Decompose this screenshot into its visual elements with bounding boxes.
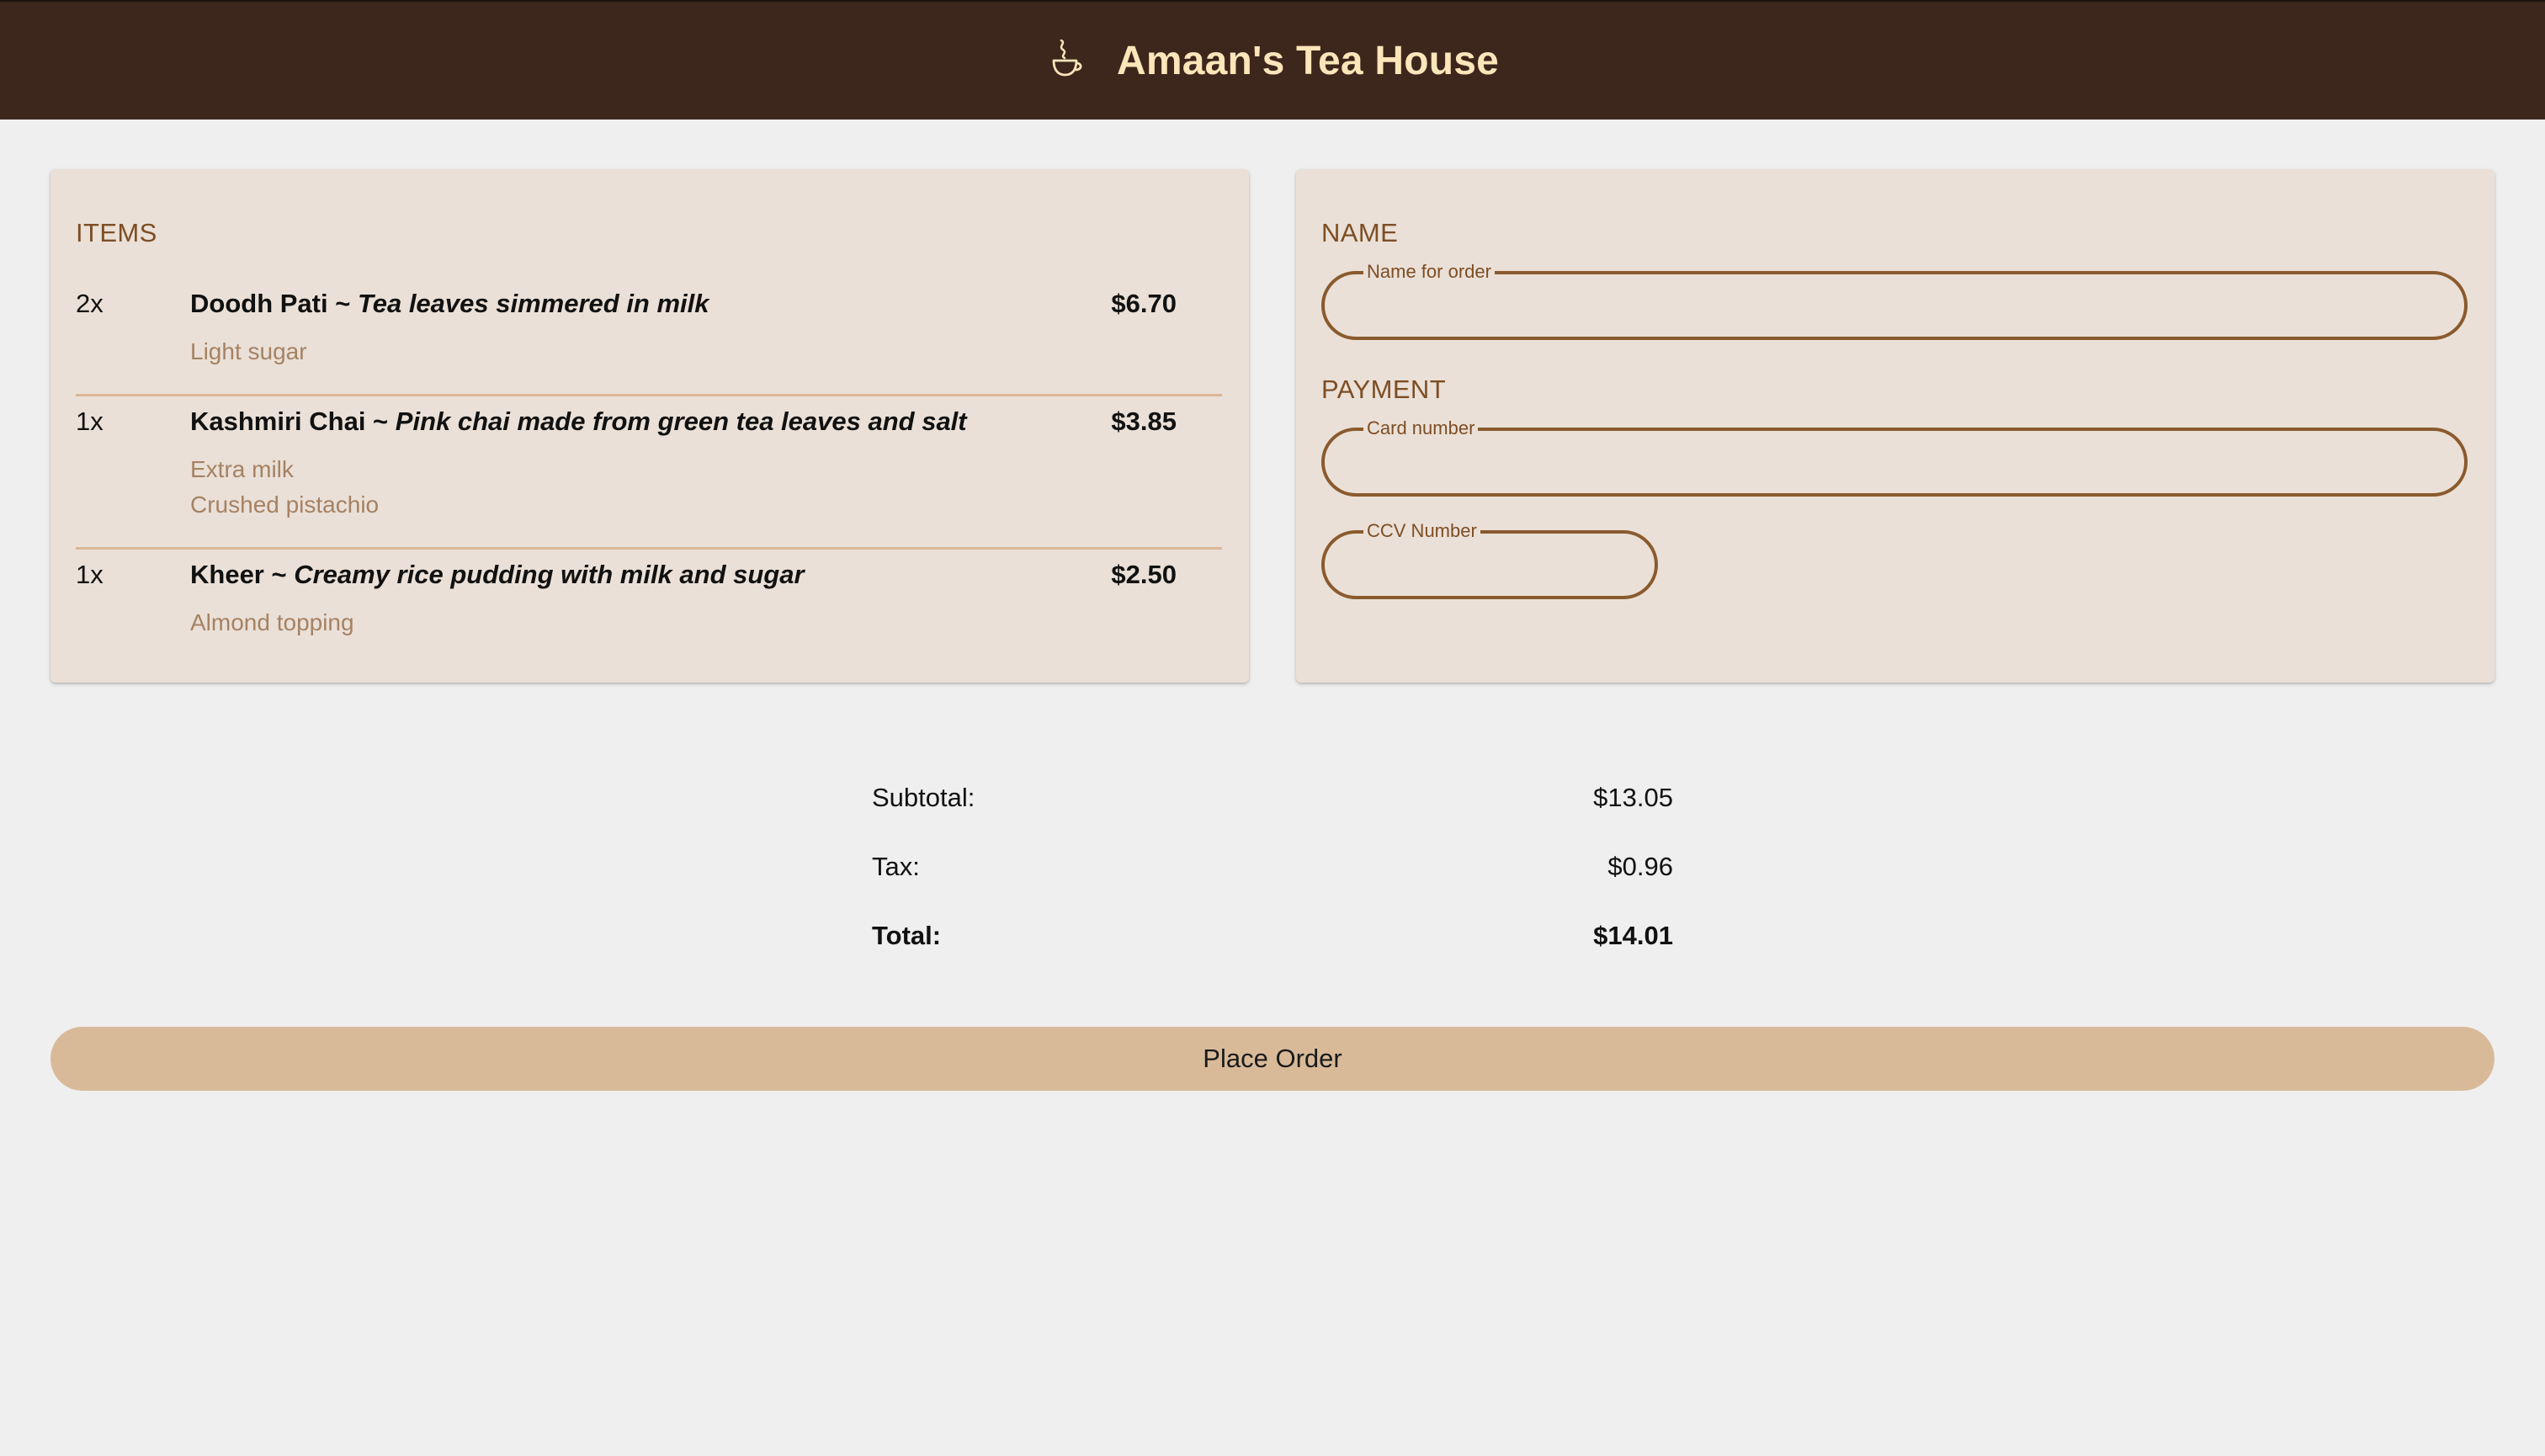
item-name: Doodh Pati ~ bbox=[190, 289, 358, 318]
payment-heading: PAYMENT bbox=[1321, 375, 1447, 404]
item-description: Pink chai made from green tea leaves and… bbox=[395, 407, 967, 436]
total-value: $14.01 bbox=[1593, 921, 1673, 950]
subtotal-value: $13.05 bbox=[1593, 783, 1673, 812]
card-number-field[interactable]: Card number bbox=[1321, 417, 2468, 497]
tax-value: $0.96 bbox=[1607, 852, 1673, 881]
item-title: Kashmiri Chai ~ Pink chai made from gree… bbox=[190, 407, 967, 437]
item-price: $2.50 bbox=[1111, 560, 1177, 589]
items-list: 2x Doodh Pati ~ Tea leaves simmered in m… bbox=[76, 279, 1222, 651]
item-price: $3.85 bbox=[1111, 407, 1177, 436]
ccv-label: CCV Number bbox=[1363, 520, 1480, 542]
checkout-card: NAME Name for order PAYMENT Card number … bbox=[1296, 169, 2495, 683]
item-quantity: 2x bbox=[76, 289, 104, 318]
card-number-input[interactable] bbox=[1350, 439, 2439, 485]
item-description: Creamy rice pudding with milk and sugar bbox=[294, 560, 805, 589]
list-item: 1x Kashmiri Chai ~ Pink chai made from g… bbox=[76, 396, 1222, 550]
list-item: 2x Doodh Pati ~ Tea leaves simmered in m… bbox=[76, 279, 1222, 396]
items-heading: ITEMS bbox=[76, 218, 157, 247]
total-row: Total: $14.01 bbox=[872, 921, 1673, 990]
item-options: Light sugar bbox=[190, 334, 307, 369]
item-name: Kashmiri Chai ~ bbox=[190, 407, 396, 436]
name-input[interactable] bbox=[1350, 283, 2439, 328]
item-quantity: 1x bbox=[76, 560, 104, 589]
name-field[interactable]: Name for order bbox=[1321, 261, 2468, 340]
item-options: Extra milk Crushed pistachio bbox=[190, 452, 379, 523]
item-quantity: 1x bbox=[76, 407, 104, 436]
item-description: Tea leaves simmered in milk bbox=[357, 289, 709, 318]
total-label: Total: bbox=[872, 921, 942, 950]
list-item: 1x Kheer ~ Creamy rice pudding with milk… bbox=[76, 550, 1222, 651]
item-price: $6.70 bbox=[1111, 289, 1177, 318]
item-name: Kheer ~ bbox=[190, 560, 295, 589]
subtotal-label: Subtotal: bbox=[872, 783, 975, 812]
place-order-button[interactable]: Place Order bbox=[50, 1027, 2495, 1091]
name-heading: NAME bbox=[1321, 218, 1399, 247]
item-title: Doodh Pati ~ Tea leaves simmered in milk bbox=[190, 289, 709, 319]
tax-row: Tax: $0.96 bbox=[872, 852, 1673, 921]
app-header: Amaan's Tea House bbox=[0, 0, 2545, 120]
ccv-field[interactable]: CCV Number bbox=[1321, 520, 1658, 599]
card-number-label: Card number bbox=[1363, 417, 1479, 439]
tax-label: Tax: bbox=[872, 852, 920, 881]
item-options: Almond topping bbox=[190, 605, 354, 640]
item-option: Light sugar bbox=[190, 338, 307, 364]
item-title: Kheer ~ Creamy rice pudding with milk an… bbox=[190, 560, 805, 590]
order-totals: Subtotal: $13.05 Tax: $0.96 Total: $14.0… bbox=[872, 783, 1673, 990]
subtotal-row: Subtotal: $13.05 bbox=[872, 783, 1673, 852]
item-option: Extra milk bbox=[190, 456, 294, 482]
app-title: Amaan's Tea House bbox=[1116, 38, 1500, 83]
ccv-input[interactable] bbox=[1350, 542, 1629, 587]
item-option: Almond topping bbox=[190, 609, 354, 635]
order-items-card: ITEMS 2x Doodh Pati ~ Tea leaves simmere… bbox=[50, 169, 1249, 683]
item-option: Crushed pistachio bbox=[190, 492, 380, 518]
name-field-label: Name for order bbox=[1363, 261, 1495, 283]
tea-cup-icon bbox=[1052, 39, 1082, 77]
